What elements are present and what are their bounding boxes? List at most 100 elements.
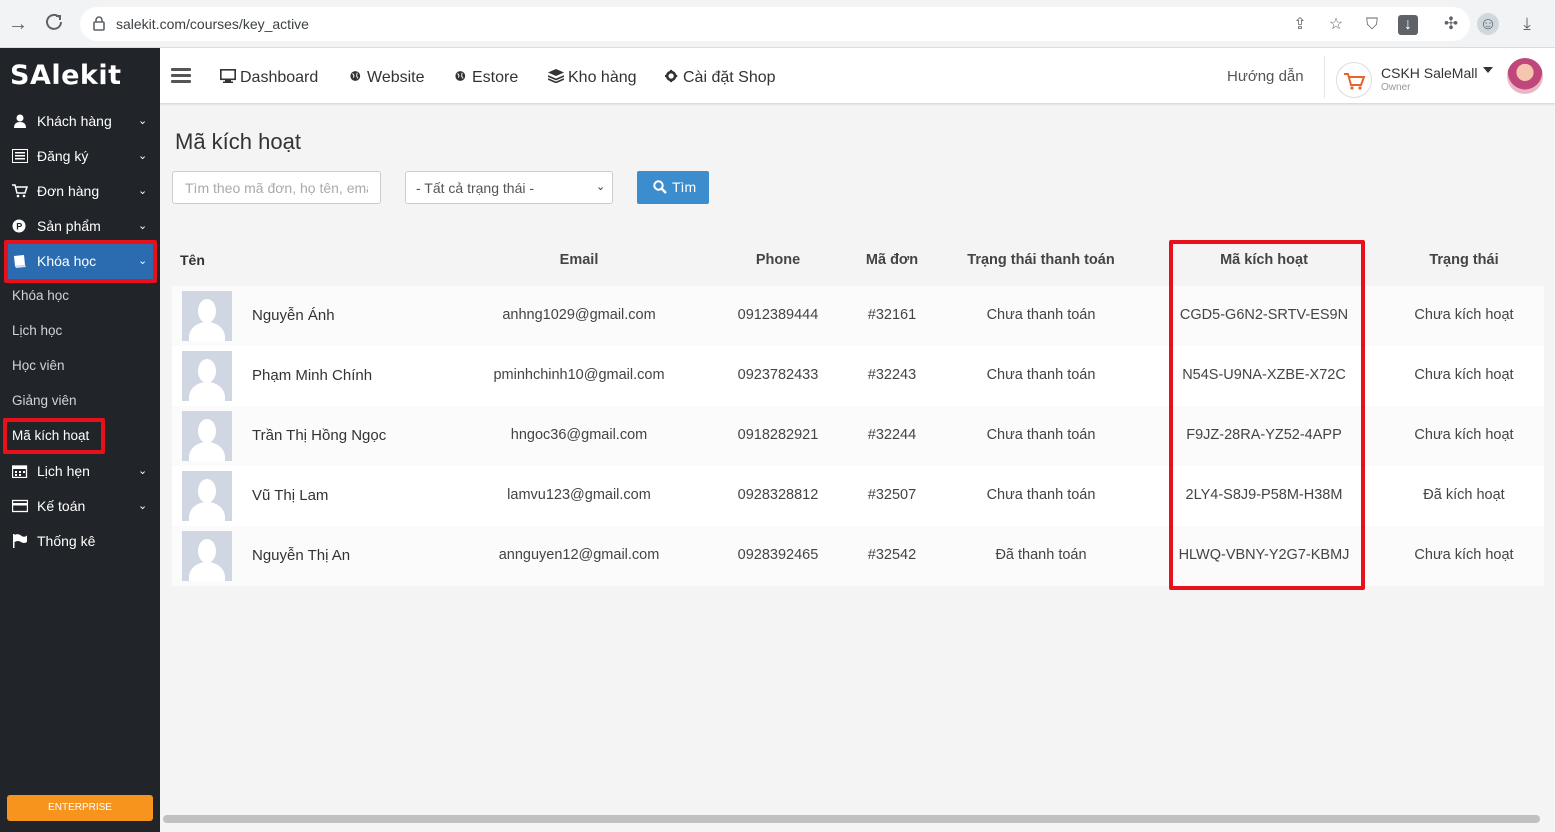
sidebar-item-appointments[interactable]: Lịch hẹn ⌄ bbox=[0, 454, 160, 489]
cell-phone: 0912389444 bbox=[737, 307, 819, 323]
back-icon[interactable]: → bbox=[6, 12, 30, 36]
user-avatar-placeholder bbox=[182, 291, 232, 341]
cell-name: Phạm Minh Chính bbox=[252, 367, 373, 384]
sidebar-item-register[interactable]: Đăng ký ⌄ bbox=[0, 139, 160, 174]
star-icon[interactable]: ☆ bbox=[1326, 15, 1346, 35]
flag-icon bbox=[13, 534, 27, 548]
sidebar-subitem-schedule[interactable]: Lịch học bbox=[12, 323, 62, 338]
column-header-order: Mã đơn bbox=[865, 252, 919, 268]
enterprise-badge[interactable]: ENTERPRISE bbox=[7, 795, 153, 821]
nav-shop-settings[interactable]: Cài đặt Shop bbox=[665, 69, 776, 87]
list-icon bbox=[12, 149, 28, 163]
cell-name: Nguyễn Thị An bbox=[252, 547, 351, 564]
logo[interactable]: SAlekit bbox=[10, 60, 122, 91]
search-button[interactable]: Tìm bbox=[637, 171, 709, 204]
sidebar-item-statistics[interactable]: Thống kê bbox=[0, 524, 160, 559]
calendar-icon bbox=[12, 465, 28, 478]
cell-phone: 0928392465 bbox=[737, 547, 819, 563]
horizontal-scrollbar[interactable] bbox=[163, 815, 1540, 823]
reload-icon[interactable] bbox=[42, 12, 66, 36]
cell-order: #32507 bbox=[867, 487, 917, 503]
cell-name: Trần Thị Hồng Ngọc bbox=[252, 427, 387, 444]
layers-icon bbox=[548, 69, 564, 83]
divider bbox=[1324, 56, 1325, 98]
column-header-phone: Phone bbox=[755, 252, 801, 268]
chevron-down-icon: ⌄ bbox=[138, 115, 148, 127]
user-avatar-placeholder bbox=[182, 471, 232, 521]
cell-email: pminhchinh10@gmail.com bbox=[493, 367, 665, 383]
cell-order: #32542 bbox=[867, 547, 917, 563]
hamburger-icon[interactable] bbox=[171, 68, 191, 84]
cell-payment-status: Chưa thanh toán bbox=[986, 427, 1096, 443]
page-title: Mã kích hoạt bbox=[175, 129, 301, 154]
cell-status: Chưa kích hoạt bbox=[1414, 427, 1514, 443]
cell-status: Chưa kích hoạt bbox=[1414, 547, 1514, 563]
sidebar-item-accounting[interactable]: Kế toán ⌄ bbox=[0, 489, 160, 524]
column-header-email: Email bbox=[559, 252, 599, 268]
chevron-down-icon: ⌄ bbox=[138, 500, 148, 512]
sidebar-item-customers[interactable]: Khách hàng ⌄ bbox=[0, 104, 160, 139]
cell-email: lamvu123@gmail.com bbox=[507, 487, 651, 503]
user-avatar-placeholder bbox=[182, 411, 232, 461]
sidebar-item-orders[interactable]: Đơn hàng ⌄ bbox=[0, 174, 160, 209]
help-link[interactable]: Hướng dẫn bbox=[1227, 68, 1304, 85]
nav-website[interactable]: Website bbox=[350, 69, 425, 87]
cell-phone: 0928328812 bbox=[737, 487, 819, 503]
address-bar[interactable]: salekit.com/courses/key_active ⇪ ☆ ⛉ ↓ bbox=[80, 7, 1470, 41]
nav-warehouse[interactable]: Kho hàng bbox=[548, 69, 637, 87]
highlight-box-activation-code-column bbox=[1169, 240, 1365, 590]
shield-icon[interactable]: ⛉ bbox=[1362, 15, 1382, 35]
url-text: salekit.com/courses/key_active bbox=[116, 16, 309, 32]
globe-icon bbox=[455, 71, 466, 81]
sidebar-subitem-students[interactable]: Học viên bbox=[12, 358, 65, 373]
cell-payment-status: Đã thanh toán bbox=[995, 547, 1087, 563]
cell-order: #32243 bbox=[867, 367, 917, 383]
share-icon[interactable]: ⇪ bbox=[1290, 15, 1310, 35]
caret-down-icon[interactable] bbox=[1483, 67, 1493, 73]
download-box-icon[interactable]: ↓ bbox=[1398, 15, 1418, 35]
nav-estore[interactable]: Estore bbox=[455, 69, 518, 87]
cell-status: Chưa kích hoạt bbox=[1414, 307, 1514, 323]
user-avatar-placeholder bbox=[182, 531, 232, 581]
sidebar-subitem-teachers[interactable]: Giảng viên bbox=[12, 393, 77, 408]
nav-dashboard[interactable]: Dashboard bbox=[220, 69, 318, 87]
cell-payment-status: Chưa thanh toán bbox=[986, 367, 1096, 383]
search-icon bbox=[653, 180, 667, 194]
chevron-down-icon: ⌄ bbox=[138, 185, 148, 197]
cell-phone: 0918282921 bbox=[737, 427, 819, 443]
cell-payment-status: Chưa thanh toán bbox=[986, 307, 1096, 323]
cart-icon bbox=[1344, 73, 1366, 90]
cell-email: anhng1029@gmail.com bbox=[502, 307, 656, 323]
svg-text:P: P bbox=[16, 222, 22, 232]
cell-payment-status: Chưa thanh toán bbox=[986, 487, 1096, 503]
cell-email: annguyen12@gmail.com bbox=[498, 547, 660, 563]
chevron-down-icon: ⌄ bbox=[138, 150, 148, 162]
column-header-name: Tên bbox=[180, 252, 205, 268]
cell-status: Đã kích hoạt bbox=[1423, 487, 1505, 503]
extensions-icon[interactable]: ✣ bbox=[1440, 13, 1462, 35]
download-icon[interactable]: ⤓ bbox=[1516, 13, 1538, 35]
shop-logo bbox=[1336, 62, 1372, 98]
cell-email: hngoc36@gmail.com bbox=[510, 427, 648, 443]
highlight-box-courses bbox=[4, 240, 157, 283]
user-icon bbox=[14, 114, 26, 128]
cell-status: Chưa kích hoạt bbox=[1414, 367, 1514, 383]
top-navbar: Dashboard Website Estore Kho hàng Cài đặ… bbox=[160, 48, 1555, 104]
profile-icon[interactable]: ☺ bbox=[1477, 13, 1499, 35]
cell-order: #32244 bbox=[867, 427, 917, 443]
sidebar-subitem-courses[interactable]: Khóa học bbox=[12, 288, 69, 303]
globe-icon bbox=[350, 71, 361, 81]
product-icon: P bbox=[12, 219, 26, 233]
column-header-status: Trạng thái bbox=[1429, 252, 1499, 268]
sidebar: SAlekit Khách hàng ⌄ Đăng ký ⌄ Đơn hàng … bbox=[0, 48, 160, 832]
user-avatar-placeholder bbox=[182, 351, 232, 401]
monitor-icon bbox=[220, 69, 236, 83]
user-name[interactable]: CSKH SaleMall bbox=[1381, 65, 1477, 81]
gear-icon bbox=[665, 69, 678, 83]
search-input[interactable] bbox=[172, 171, 381, 204]
avatar[interactable] bbox=[1507, 58, 1543, 94]
credit-card-icon bbox=[12, 499, 28, 513]
sidebar-item-products[interactable]: P Sản phẩm ⌄ bbox=[0, 209, 160, 244]
status-filter-select[interactable]: - Tất cả trạng thái - ⌄ bbox=[405, 171, 613, 204]
cell-order: #32161 bbox=[867, 307, 917, 323]
